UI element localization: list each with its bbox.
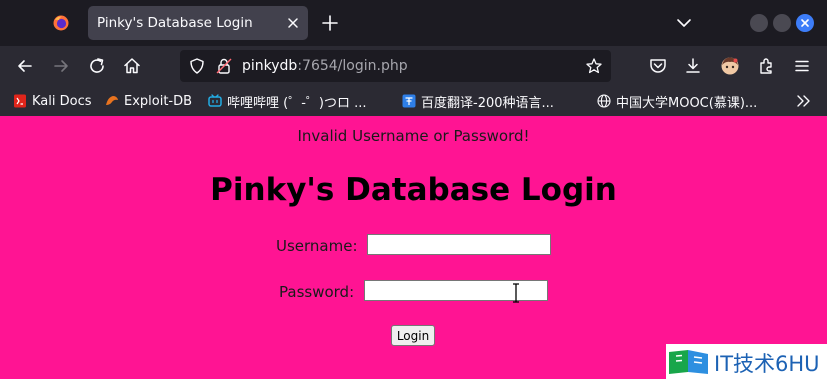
new-tab-icon[interactable]	[321, 14, 339, 32]
close-tab-icon[interactable]	[285, 15, 301, 31]
bookmark-label: 中国大学MOOC(慕课)...	[616, 95, 758, 111]
error-message: Invalid Username or Password!	[297, 127, 530, 145]
bookmark-star-icon[interactable]	[585, 57, 603, 75]
exploit-db-icon	[106, 96, 118, 105]
kali-docs-icon	[14, 94, 26, 108]
watermark-text: IT技术6HU	[714, 352, 820, 376]
back-arrow-icon[interactable]	[15, 56, 35, 76]
insecure-lock-icon[interactable]	[215, 57, 233, 75]
bookmark-bilibili[interactable]: 哔哩哔哩 (゜-゜)つロ ...	[208, 93, 367, 111]
bookmark-label: 哔哩哔哩 (゜-゜)つロ ...	[227, 95, 367, 111]
bookmarks-toolbar: Kali Docs Exploit-DB 哔哩哔哩 (゜-゜)つロ ... 百度…	[0, 86, 827, 116]
text-cursor-icon	[513, 283, 519, 303]
watermark: IT技术6HU	[666, 344, 827, 379]
bookmarks-overflow-chevron-icon[interactable]	[795, 93, 813, 109]
maximize-window-button[interactable]	[773, 14, 791, 32]
url-path: :7654/login.php	[297, 58, 408, 74]
bookmark-label: Kali Docs	[32, 93, 92, 109]
bookmark-exploit-db[interactable]: Exploit-DB	[105, 93, 192, 109]
home-icon[interactable]	[122, 56, 142, 76]
account-avatar-icon[interactable]	[720, 56, 740, 76]
url-host: pinkydb	[242, 58, 298, 74]
bilibili-tv-icon	[208, 94, 222, 107]
hamburger-menu-icon[interactable]	[792, 56, 812, 76]
pocket-icon[interactable]	[648, 56, 668, 76]
baidu-translate-icon	[402, 94, 416, 108]
page-title: Pinky's Database Login	[210, 172, 617, 208]
tab-title: Pinky's Database Login	[97, 15, 253, 31]
username-label: Username:	[276, 237, 358, 255]
firefox-icon[interactable]	[53, 15, 69, 31]
watermark-logo-icon	[669, 350, 708, 374]
username-input[interactable]	[367, 234, 551, 255]
login-button[interactable]: Login	[391, 325, 435, 346]
extensions-icon[interactable]	[756, 56, 776, 76]
bookmark-baidu-fanyi[interactable]: 百度翻译-200种语言...	[402, 93, 554, 111]
tab-strip: Pinky's Database Login	[0, 0, 827, 46]
minimize-window-button[interactable]	[750, 14, 768, 32]
bookmark-kali-docs[interactable]: Kali Docs	[13, 93, 92, 109]
tab-active[interactable]: Pinky's Database Login	[88, 6, 308, 40]
bookmark-icourse-mooc[interactable]: 中国大学MOOC(慕课)...	[597, 93, 758, 111]
close-icon	[801, 19, 809, 27]
reload-icon[interactable]	[87, 56, 107, 76]
url-text: pinkydb:7654/login.php	[242, 58, 408, 74]
tracking-protection-shield-icon[interactable]	[188, 57, 206, 75]
bookmark-label: 百度翻译-200种语言...	[421, 95, 554, 111]
close-window-button[interactable]	[796, 14, 814, 32]
navigation-toolbar: pinkydb:7654/login.php	[0, 46, 827, 86]
password-label: Password:	[279, 283, 355, 301]
forward-arrow-icon[interactable]	[51, 56, 71, 76]
address-bar[interactable]: pinkydb:7654/login.php	[180, 50, 611, 82]
page-content: Invalid Username or Password! Pinky's Da…	[0, 116, 827, 379]
bookmark-label: Exploit-DB	[124, 93, 193, 109]
downloads-icon[interactable]	[683, 56, 703, 76]
globe-icon	[597, 94, 611, 108]
chevron-down-icon[interactable]	[676, 15, 692, 31]
